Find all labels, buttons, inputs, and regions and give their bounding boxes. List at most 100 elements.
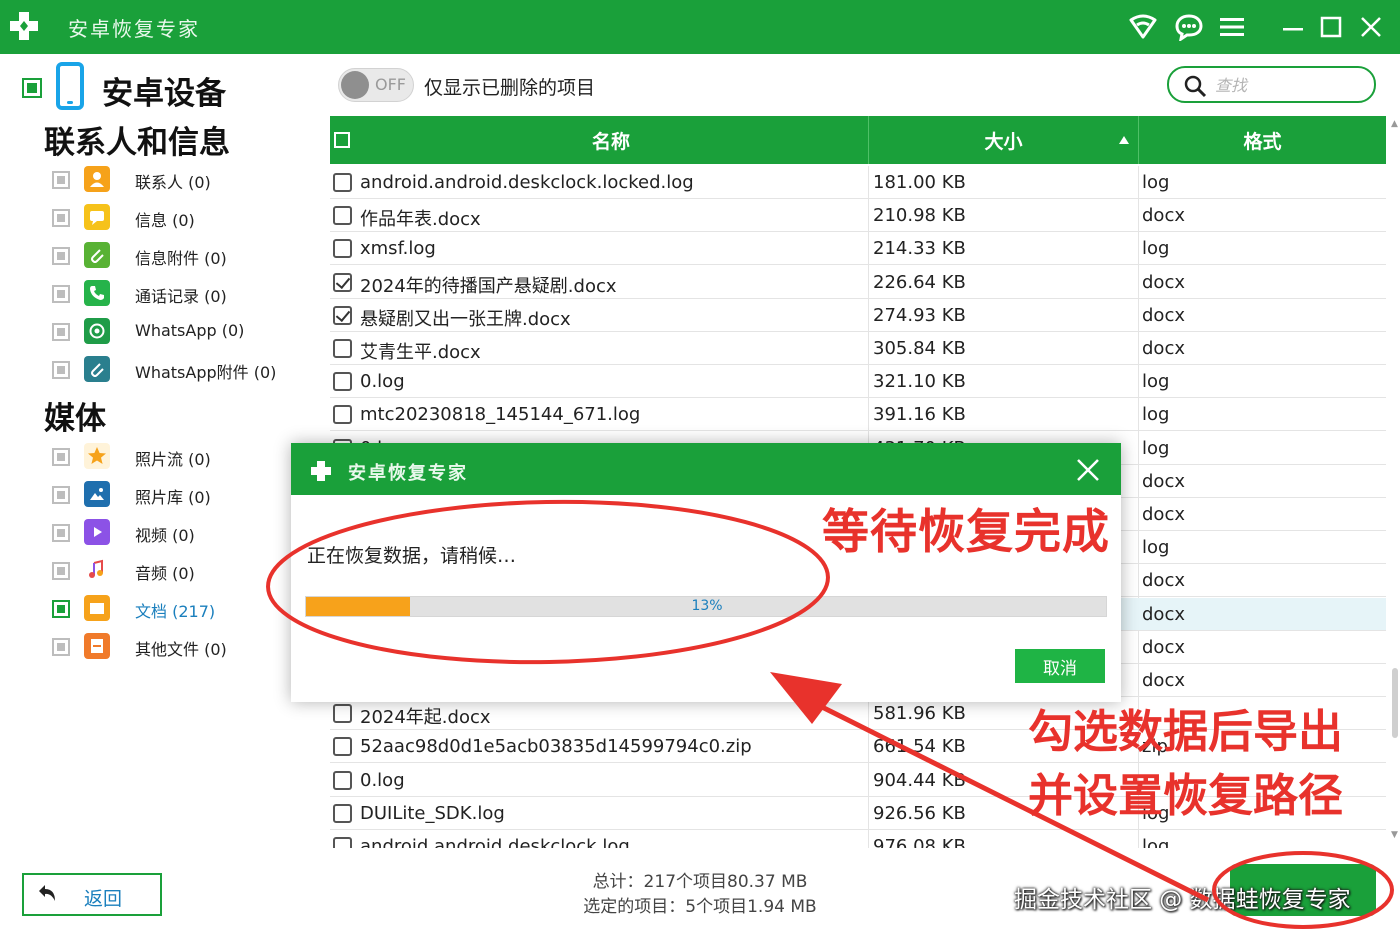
checkbox[interactable] [52,361,70,379]
maximize-icon[interactable] [1314,10,1348,44]
select-all-checkbox[interactable] [334,132,350,148]
file-name-cell: android.android.deskclock.log [360,836,630,848]
cancel-button[interactable]: 取消 [1015,649,1105,683]
row-checkbox[interactable] [333,339,352,358]
dialog-close-icon[interactable] [1075,457,1101,483]
dialog-title-bar: 安卓恢复专家 [291,443,1121,495]
table-row[interactable]: xmsf.log 214.33 KB log [330,232,1386,266]
annotation-export-line2: 并设置恢复路径 [1028,769,1344,822]
minimize-icon[interactable] [1276,10,1310,44]
checkbox[interactable] [52,171,70,189]
sidebar-item-label: 视频 (0) [135,526,195,545]
sidebar-item-whatsapp-attachments[interactable]: WhatsApp附件 (0) [52,356,302,384]
column-header-name[interactable]: 名称 [354,116,868,164]
table-header: 名称 大小 格式 [330,116,1386,164]
scroll-down-icon[interactable]: ▼ [1391,830,1398,840]
file-format-cell: docx [1142,570,1185,592]
scrollbar-thumb[interactable] [1392,668,1398,738]
back-label: 返回 [84,888,123,910]
file-size-cell: 210.98 KB [873,205,966,227]
table-row[interactable]: mtc20230818_145144_671.log 391.16 KB log [330,398,1386,432]
checkbox[interactable] [52,486,70,504]
file-format-cell: docx [1142,205,1185,227]
checkbox[interactable] [52,285,70,303]
scroll-up-icon[interactable]: ▲ [1391,119,1398,129]
close-icon[interactable] [1354,10,1388,44]
search-box[interactable] [1167,66,1376,103]
table-row[interactable]: 2024年的待播国产悬疑剧.docx 226.64 KB docx [330,266,1386,299]
sidebar-item-other-files[interactable]: 其他文件 (0) [52,633,302,661]
file-name-cell: 0.log [360,769,405,791]
sidebar-item-documents[interactable]: 文档 (217) [52,595,302,623]
sidebar-item-label: 照片库 (0) [135,488,211,507]
annotation-wait: 等待恢复完成 [822,505,1110,560]
app-logo-icon [10,12,38,40]
total-items: 总计：217个项目80.37 MB [592,872,808,892]
table-row[interactable]: 艾青生平.docx 305.84 KB docx [330,332,1386,365]
messages-icon [84,204,110,230]
sidebar-item-label: WhatsApp附件 (0) [135,363,277,382]
checkbox[interactable] [52,562,70,580]
row-checkbox[interactable] [333,239,352,259]
sidebar-item-photostream[interactable]: 照片流 (0) [52,443,302,471]
file-format-cell: log [1142,836,1170,848]
checkbox[interactable] [52,247,70,265]
column-header-size[interactable]: 大小 [869,116,1138,164]
checkbox[interactable] [52,323,70,341]
table-row[interactable]: 悬疑剧又出一张王牌.docx 274.93 KB docx [330,299,1386,332]
sidebar-item-attachments[interactable]: 信息附件 (0) [52,242,302,270]
sort-ascending-icon [1119,136,1129,144]
file-name-cell: mtc20230818_145144_671.log [360,404,641,426]
annotation-export: 勾选数据后导出 并设置恢复路径 [1028,700,1343,828]
table-row[interactable]: 作品年表.docx 210.98 KB docx [330,199,1386,233]
checkbox[interactable] [52,600,70,618]
progress-bar: 13% [305,596,1107,617]
checkbox[interactable] [52,209,70,227]
sidebar-item-label: WhatsApp (0) [135,321,245,340]
checkbox[interactable] [52,638,70,656]
sidebar-item-messages[interactable]: 信息 (0) [52,204,302,232]
row-checkbox[interactable] [333,837,352,848]
file-format-cell: docx [1142,636,1185,658]
back-button[interactable]: 返回 [22,873,162,916]
table-row[interactable]: android.android.deskclock.log 976.08 KB lo… [330,830,1386,848]
wifi-icon[interactable] [1126,10,1160,44]
table-row[interactable]: android.android.deskclock.locked.log 181.… [330,166,1386,199]
checkbox[interactable] [52,448,70,466]
row-checkbox[interactable] [333,770,352,790]
deleted-only-toggle[interactable]: OFF [338,68,414,102]
row-checkbox[interactable] [333,272,352,292]
sidebar-item-gallery[interactable]: 照片库 (0) [52,481,302,509]
gallery-icon [84,481,110,507]
section-title-contacts: 联系人和信息 [44,125,230,161]
row-checkbox[interactable] [333,305,352,325]
chat-icon[interactable] [1172,10,1206,44]
sidebar-item-contacts[interactable]: 联系人 (0) [52,166,302,194]
row-checkbox[interactable] [333,206,352,226]
row-checkbox[interactable] [333,704,352,724]
phone-icon [84,280,110,306]
row-checkbox[interactable] [333,372,352,392]
search-input[interactable] [1215,73,1365,97]
document-icon [84,595,110,621]
checkbox[interactable] [52,524,70,542]
file-size-cell: 391.16 KB [873,404,966,426]
sidebar-item-call-log[interactable]: 通话记录 (0) [52,280,302,308]
sidebar-item-label: 信息附件 (0) [135,249,227,268]
sidebar-item-whatsapp[interactable]: WhatsApp (0) [52,318,302,346]
row-checkbox[interactable] [333,803,352,823]
file-format-cell: docx [1142,304,1185,326]
table-row[interactable]: 0.log 321.10 KB log [330,365,1386,399]
device-checkbox[interactable] [22,78,42,98]
menu-icon[interactable] [1215,10,1249,44]
row-checkbox[interactable] [333,173,352,192]
file-format-cell: log [1142,238,1170,260]
file-format-cell: docx [1142,470,1185,492]
column-header-format[interactable]: 格式 [1139,116,1386,164]
row-checkbox[interactable] [333,737,352,757]
sidebar-item-audio[interactable]: 音频 (0) [52,557,302,585]
sidebar-item-video[interactable]: 视频 (0) [52,519,302,547]
attachment-icon [84,242,110,268]
row-checkbox[interactable] [333,405,352,425]
file-format-cell: docx [1142,603,1185,625]
